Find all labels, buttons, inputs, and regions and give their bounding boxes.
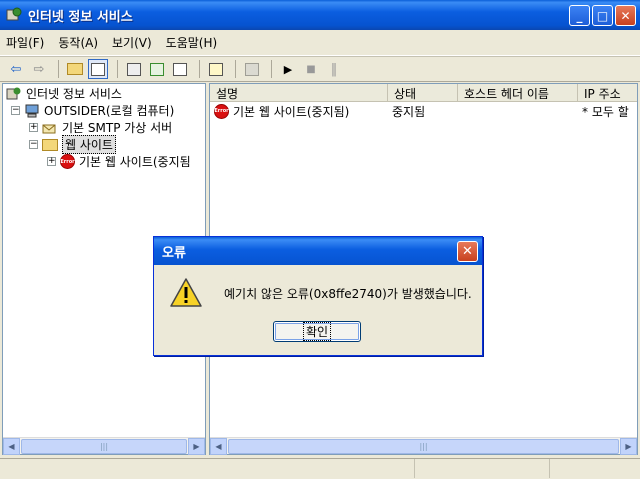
- status-cell: [0, 459, 415, 478]
- scroll-thumb[interactable]: |||: [21, 438, 187, 454]
- menu-action[interactable]: 동작(A): [58, 34, 98, 51]
- toolbar-separator: [271, 60, 272, 78]
- iis-icon: [6, 87, 21, 99]
- export-list-icon[interactable]: [170, 59, 190, 79]
- dialog-close-button[interactable]: ✕: [457, 241, 478, 262]
- toolbar-separator: [199, 60, 200, 78]
- stop-error-icon: Error: [60, 154, 75, 169]
- warning-icon: [170, 278, 202, 307]
- smtp-server-icon: [42, 124, 56, 133]
- tree-item-label: 웹 사이트: [62, 135, 116, 154]
- menu-view[interactable]: 보기(V): [112, 34, 152, 51]
- help-icon[interactable]: [206, 59, 226, 79]
- collapse-toggle[interactable]: −: [29, 140, 38, 149]
- tree-item-label: 기본 웹 사이트(중지됨: [79, 155, 191, 169]
- back-icon[interactable]: ⇦: [6, 59, 26, 79]
- forward-icon[interactable]: ⇨: [29, 59, 49, 79]
- dialog-message: 예기치 않은 오류(0x8ffe2740)가 발생했습니다.: [224, 287, 472, 301]
- tree-item-label: OUTSIDER(로컬 컴퓨터): [44, 104, 175, 118]
- scroll-left-icon[interactable]: ◀: [3, 437, 20, 455]
- menu-help[interactable]: 도움말(H): [166, 34, 218, 51]
- maximize-button[interactable]: □: [592, 5, 613, 26]
- dialog-titlebar[interactable]: 오류: [154, 237, 482, 265]
- iis-app-icon: [6, 7, 22, 21]
- scroll-thumb[interactable]: |||: [228, 438, 619, 454]
- tree-item-label: 인터넷 정보 서비스: [26, 87, 122, 101]
- tree-item-root[interactable]: 인터넷 정보 서비스: [6, 85, 122, 102]
- computer-icon[interactable]: [242, 59, 262, 79]
- cell-host: [458, 102, 578, 120]
- toolbar-separator: [58, 60, 59, 78]
- menubar: 파일(F) 동작(A) 보기(V) 도움말(H): [0, 30, 640, 56]
- tree-item-default-site[interactable]: + Error 기본 웹 사이트(중지됨: [47, 153, 191, 170]
- show-tree-icon[interactable]: [88, 59, 108, 79]
- cell-status: 중지됨: [392, 104, 426, 119]
- computer-icon: [25, 104, 39, 117]
- expand-toggle[interactable]: +: [47, 157, 56, 166]
- folder-icon: [42, 138, 58, 151]
- stop-icon[interactable]: ■: [301, 59, 321, 79]
- scroll-right-icon[interactable]: ▶: [620, 437, 637, 455]
- list-hscrollbar[interactable]: ◀ ||| ▶: [210, 437, 637, 455]
- close-button[interactable]: ✕: [615, 5, 636, 26]
- window-titlebar[interactable]: 인터넷 정보 서비스 _ □ ✕: [0, 0, 640, 30]
- up-folder-icon[interactable]: [65, 59, 85, 79]
- tree-item-label: 기본 SMTP 가상 서버: [62, 121, 173, 135]
- column-description[interactable]: 설명: [210, 84, 388, 102]
- dialog-title: 오류: [162, 245, 186, 261]
- column-host-header[interactable]: 호스트 헤더 이름: [458, 84, 578, 102]
- cell-ip: * 모두 할: [582, 104, 629, 119]
- stop-error-icon: Error: [214, 103, 229, 119]
- toolbar: ⇦ ⇨ ▶ ■ ‖: [0, 56, 640, 82]
- statusbar: [0, 458, 640, 479]
- scroll-right-icon[interactable]: ▶: [188, 437, 205, 455]
- scroll-left-icon[interactable]: ◀: [210, 437, 227, 455]
- table-row[interactable]: Error 기본 웹 사이트(중지됨) 중지됨 * 모두 할: [210, 102, 637, 120]
- list-header: 설명 상태 호스트 헤더 이름 IP 주소: [210, 84, 637, 102]
- toolbar-separator: [235, 60, 236, 78]
- column-ip-address[interactable]: IP 주소: [578, 84, 637, 102]
- cell-description: Error 기본 웹 사이트(중지됨): [214, 103, 350, 119]
- play-icon[interactable]: ▶: [278, 59, 298, 79]
- ok-button-label: 확인: [302, 322, 332, 341]
- tree-item-smtp[interactable]: + 기본 SMTP 가상 서버: [29, 119, 172, 136]
- menu-file[interactable]: 파일(F): [6, 34, 44, 51]
- error-dialog[interactable]: 오류 ✕ 예기치 않은 오류(0x8ffe2740)가 발생했습니다. 확인: [153, 236, 483, 356]
- ok-button[interactable]: 확인: [273, 321, 361, 342]
- status-cell: [550, 459, 640, 478]
- pause-icon[interactable]: ‖: [324, 59, 344, 79]
- expand-toggle[interactable]: +: [29, 123, 38, 132]
- refresh-icon[interactable]: [147, 59, 167, 79]
- properties-icon[interactable]: [124, 59, 144, 79]
- tree-item-server[interactable]: − OUTSIDER(로컬 컴퓨터): [11, 102, 174, 119]
- minimize-button[interactable]: _: [569, 5, 590, 26]
- collapse-toggle[interactable]: −: [11, 106, 20, 115]
- toolbar-separator: [117, 60, 118, 78]
- tree-hscrollbar[interactable]: ◀ ||| ▶: [3, 437, 205, 455]
- window-title: 인터넷 정보 서비스: [28, 9, 133, 25]
- tree-item-websites[interactable]: − 웹 사이트: [29, 135, 116, 154]
- column-status[interactable]: 상태: [388, 84, 458, 102]
- status-cell: [415, 459, 550, 478]
